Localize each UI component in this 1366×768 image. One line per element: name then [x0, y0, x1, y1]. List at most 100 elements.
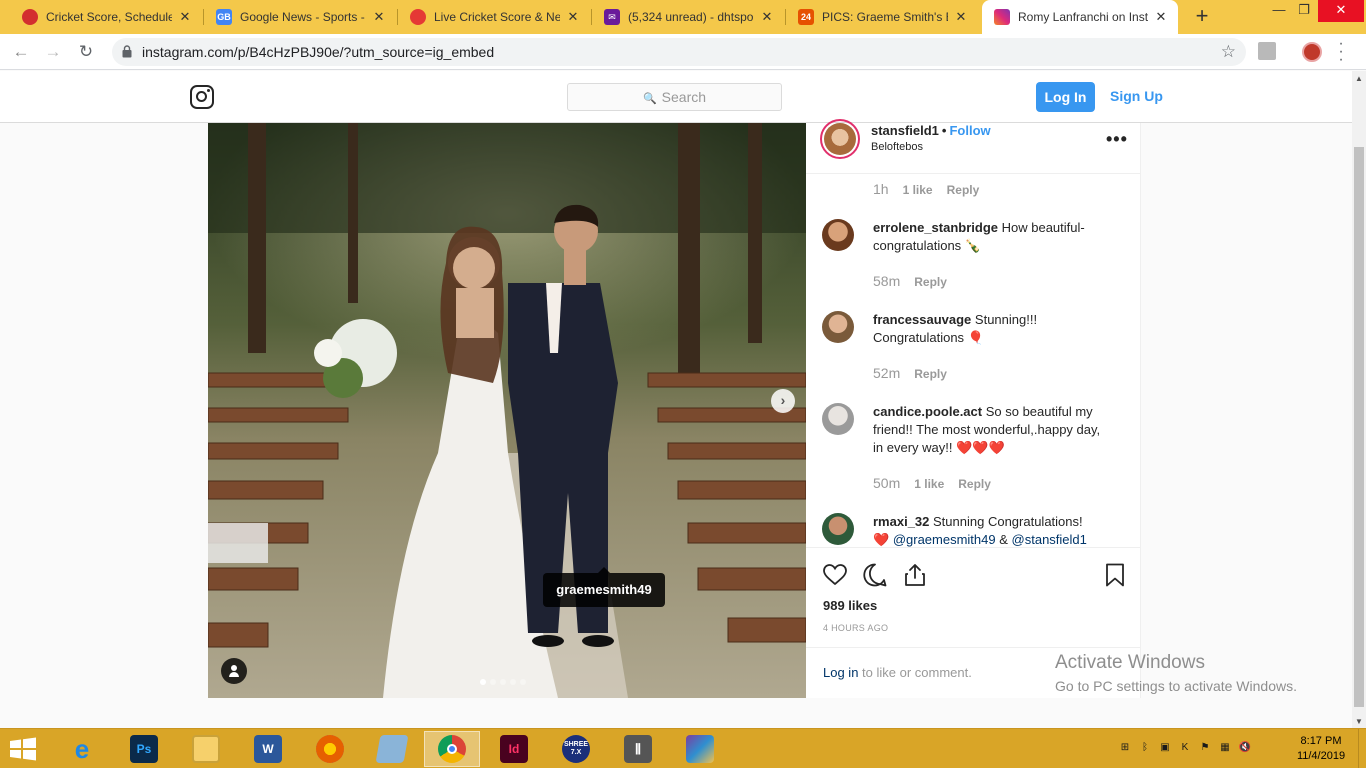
- likes-count[interactable]: 989 likes: [823, 598, 877, 613]
- search-icon: 🔍: [642, 93, 657, 105]
- taskbar-indesign[interactable]: Id: [486, 731, 542, 767]
- reply-button[interactable]: Reply: [958, 477, 991, 491]
- post-timestamp[interactable]: 4 HOURS AGO: [823, 623, 888, 633]
- windows-start-icon[interactable]: [8, 737, 38, 761]
- scroll-up-icon[interactable]: ▲: [1355, 74, 1363, 83]
- taskbar-word[interactable]: W: [240, 731, 296, 767]
- username-text[interactable]: stansfield1: [871, 123, 939, 138]
- show-desktop-button[interactable]: [1358, 729, 1366, 768]
- share-icon[interactable]: [902, 562, 928, 588]
- tab-graeme-smith-pics[interactable]: 24 PICS: Graeme Smith's Bo ✕: [786, 0, 978, 34]
- back-icon[interactable]: ←: [10, 41, 32, 63]
- tagged-users-icon[interactable]: [221, 658, 247, 684]
- close-tab-icon[interactable]: ✕: [1154, 9, 1168, 25]
- taskbar-file-manager[interactable]: [364, 731, 420, 767]
- comment-icon[interactable]: [862, 562, 888, 588]
- profile-avatar-icon[interactable]: [1302, 42, 1322, 62]
- watermark-title: Activate Windows: [1055, 652, 1205, 673]
- comments-list[interactable]: 1h 1 like Reply errolene_stanbridge How be…: [806, 175, 1141, 547]
- follow-button[interactable]: Follow: [949, 123, 990, 138]
- close-tab-icon[interactable]: ✕: [760, 9, 774, 25]
- more-options-icon[interactable]: •••: [1106, 129, 1128, 150]
- taskbar-clock[interactable]: 8:17 PM 11/4/2019: [1296, 734, 1346, 764]
- browser-toolbar: ← → ↻ instagram.com/p/B4cHzPBJ90e/?utm_s…: [0, 34, 1366, 70]
- comment-time[interactable]: 1h: [873, 181, 889, 197]
- comment-likes[interactable]: 1 like: [903, 183, 933, 197]
- close-window-button[interactable]: ✕: [1318, 0, 1364, 22]
- bluetooth-icon[interactable]: ᛒ: [1138, 741, 1152, 755]
- tray-app-icon[interactable]: ⊞: [1118, 741, 1132, 755]
- login-suffix: to like or comment.: [862, 665, 972, 680]
- reply-button[interactable]: Reply: [914, 275, 947, 289]
- address-bar[interactable]: instagram.com/p/B4cHzPBJ90e/?utm_source=…: [112, 38, 1246, 66]
- post-photo[interactable]: [208, 123, 806, 698]
- close-tab-icon[interactable]: ✕: [566, 9, 580, 25]
- reply-button[interactable]: Reply: [914, 367, 947, 381]
- heart-icon[interactable]: [822, 562, 848, 588]
- taskbar-firefox[interactable]: [302, 731, 358, 767]
- reply-button[interactable]: Reply: [947, 183, 980, 197]
- comment-likes[interactable]: 1 like: [914, 477, 944, 491]
- login-link[interactable]: Log in: [823, 665, 858, 680]
- close-tab-icon[interactable]: ✕: [372, 9, 386, 25]
- mention-link[interactable]: @stansfield1: [1012, 532, 1087, 547]
- close-tab-icon[interactable]: ✕: [178, 9, 192, 25]
- taskbar-internet-explorer[interactable]: e: [54, 731, 110, 767]
- taskbar-shree[interactable]: SHREE 7.X: [548, 731, 604, 767]
- commenter-avatar[interactable]: [822, 513, 854, 545]
- keyboard-icon[interactable]: K: [1178, 741, 1192, 755]
- volume-muted-icon[interactable]: 🔇: [1238, 741, 1252, 755]
- comment-body: Stunning Congratulations!: [933, 514, 1083, 529]
- taskbar-photoshop[interactable]: Ps: [116, 731, 172, 767]
- tab-instagram[interactable]: Romy Lanfranchi on Inst ✕: [982, 0, 1178, 34]
- author-username[interactable]: stansfield1 • Follow: [871, 123, 991, 138]
- reload-icon[interactable]: ↻: [75, 41, 97, 63]
- commenter-username[interactable]: francessauvage: [873, 312, 971, 327]
- commenter-avatar[interactable]: [822, 219, 854, 251]
- instagram-logo-icon[interactable]: [190, 85, 214, 109]
- carousel-dot: [480, 679, 486, 685]
- pdf-extension-icon[interactable]: [1258, 42, 1276, 60]
- search-input[interactable]: 🔍 Search: [567, 83, 782, 111]
- network-icon[interactable]: ▦: [1218, 741, 1232, 755]
- commenter-username[interactable]: errolene_stanbridge: [873, 220, 998, 235]
- commenter-avatar[interactable]: [822, 403, 854, 435]
- action-center-icon[interactable]: ⚑: [1198, 741, 1212, 755]
- taskbar-network-tool[interactable]: ⫼: [610, 731, 666, 767]
- comment-time[interactable]: 52m: [873, 365, 900, 381]
- mention-link[interactable]: @graemesmith49: [893, 532, 996, 547]
- tab-cricket-score[interactable]: Cricket Score, Schedule, ✕: [10, 0, 202, 34]
- login-button[interactable]: Log In: [1036, 82, 1095, 112]
- post-location[interactable]: Beloftebos: [871, 141, 923, 153]
- commenter-avatar[interactable]: [822, 311, 854, 343]
- close-tab-icon[interactable]: ✕: [954, 9, 968, 25]
- taskbar-winrar[interactable]: [672, 731, 728, 767]
- scrollbar-thumb[interactable]: [1354, 147, 1364, 707]
- new-tab-button[interactable]: +: [1190, 5, 1214, 29]
- chrome-menu-icon[interactable]: · · ·: [1336, 36, 1346, 68]
- signup-link[interactable]: Sign Up: [1110, 88, 1163, 104]
- tab-mail[interactable]: ✉ (5,324 unread) - dhtspor ✕: [592, 0, 784, 34]
- commenter-username[interactable]: candice.poole.act: [873, 404, 982, 419]
- forward-icon[interactable]: →: [42, 41, 64, 63]
- next-photo-button[interactable]: ›: [771, 389, 795, 413]
- bookmark-star-icon[interactable]: ☆: [1221, 42, 1236, 62]
- author-avatar[interactable]: [820, 119, 860, 159]
- commenter-username[interactable]: rmaxi_32: [873, 514, 929, 529]
- taskbar-file-explorer[interactable]: [178, 731, 234, 767]
- tab-live-cricket[interactable]: Live Cricket Score & New ✕: [398, 0, 590, 34]
- url-text: instagram.com/p/B4cHzPBJ90e/?utm_source=…: [142, 44, 495, 60]
- comment-time[interactable]: 50m: [873, 475, 900, 491]
- scroll-down-icon[interactable]: ▼: [1355, 717, 1363, 726]
- tray-flag-icon[interactable]: ▣: [1158, 741, 1172, 755]
- lock-icon: [122, 45, 132, 58]
- page-scrollbar[interactable]: ▲ ▼: [1352, 71, 1366, 728]
- tab-google-news[interactable]: GB Google News - Sports - ✕: [204, 0, 396, 34]
- taskbar-chrome[interactable]: [424, 731, 480, 767]
- browser-tab-strip: Cricket Score, Schedule, ✕ GB Google New…: [0, 0, 1366, 34]
- bookmark-icon[interactable]: [1102, 562, 1128, 588]
- heart-emoji: ❤️: [873, 532, 890, 547]
- photo-tag-label[interactable]: graemesmith49: [543, 567, 665, 607]
- clock-date: 11/4/2019: [1296, 750, 1346, 762]
- comment-time[interactable]: 58m: [873, 273, 900, 289]
